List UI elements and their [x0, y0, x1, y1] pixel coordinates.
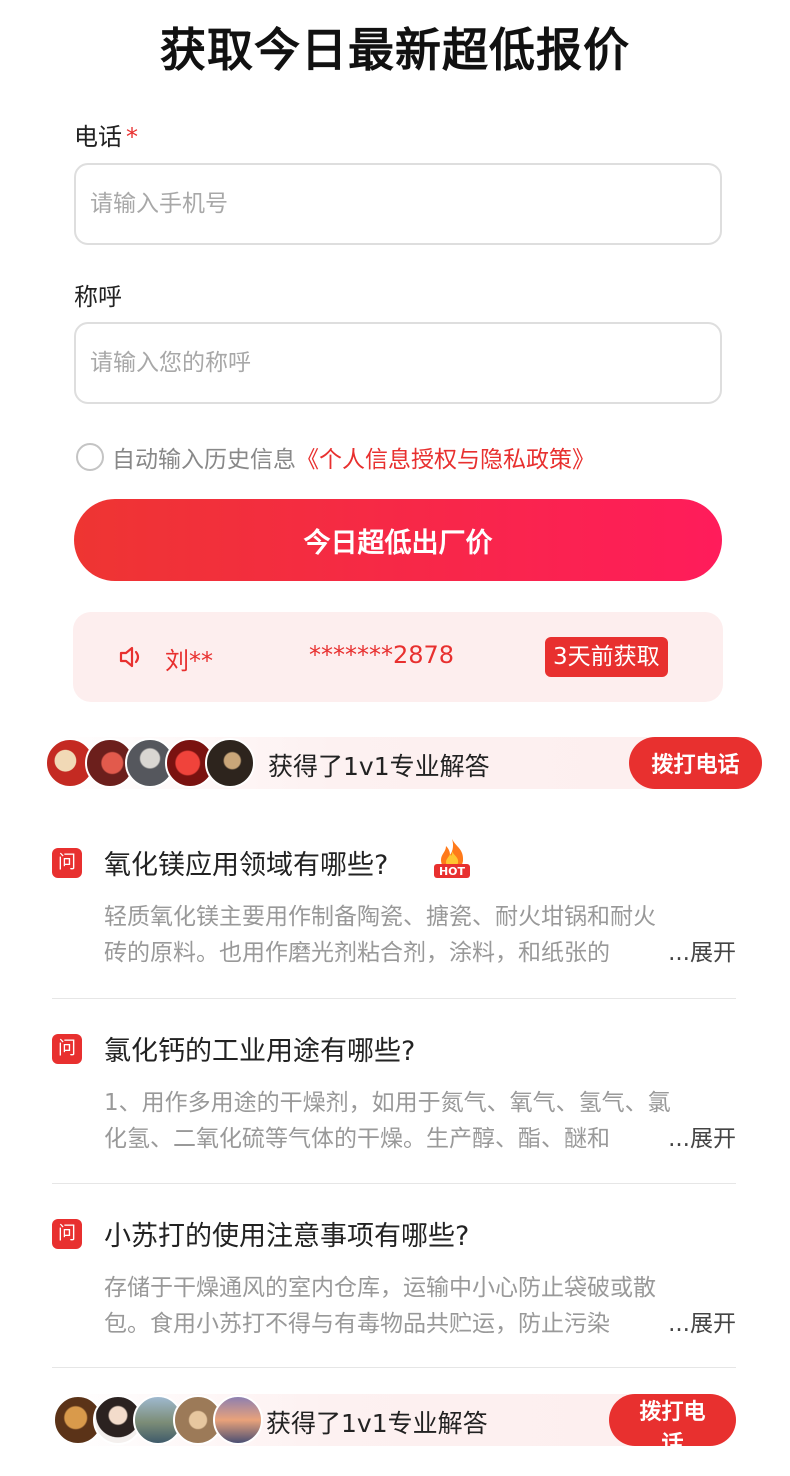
avatar [213, 1395, 263, 1445]
avatar-group [53, 1395, 263, 1445]
submit-button[interactable]: 今日超低出厂价 [74, 499, 722, 581]
phone-input[interactable] [74, 163, 722, 245]
question-badge-icon: 问 [52, 848, 82, 878]
question-badge-icon: 问 [52, 1219, 82, 1249]
call-button[interactable]: 拨打电话 [629, 737, 762, 789]
expert-strip: 获得了1v1专业解答 拨打电话 [45, 737, 762, 789]
qa-item[interactable]: 问 氯化钙的工业用途有哪些? 1、用作多用途的干燥剂，如用于氮气、氧气、氢气、氯… [52, 1029, 736, 1159]
avatar-group [45, 738, 255, 788]
agreement-row: 自动输入历史信息 《个人信息授权与隐私政策》 [76, 440, 595, 474]
answer-line: 砖的原料。也用作磨光剂粘合剂，涂料，和纸张的 [104, 940, 610, 966]
avatar [205, 738, 255, 788]
phone-label: 电话 * [74, 117, 138, 152]
divider [52, 1367, 736, 1368]
expert-strip-bottom: 获得了1v1专业解答 拨打电话 [53, 1394, 736, 1457]
question-title: 氧化镁应用领域有哪些? [104, 850, 389, 881]
question-title: 氯化钙的工业用途有哪些? [104, 1036, 416, 1067]
expert-strip-text: 获得了1v1专业解答 [266, 1409, 488, 1438]
answer-line: 存储于干燥通风的室内仓库，运输中小心防止袋破或散 [104, 1275, 656, 1301]
answer-preview: 1、用作多用途的干燥剂，如用于氮气、氧气、氢气、氯 化氢、二氧化硫等气体的干燥。… [104, 1085, 736, 1157]
agree-radio[interactable] [76, 443, 104, 471]
answer-line: 轻质氧化镁主要用作制备陶瓷、搪瓷、耐火坩锅和耐火 [104, 904, 656, 930]
speaker-icon [119, 646, 140, 668]
svg-text:HOT: HOT [439, 865, 466, 878]
answer-preview: 存储于干燥通风的室内仓库，运输中小心防止袋破或散 包。食用小苏打不得与有毒物品共… [104, 1270, 736, 1342]
answer-line: 化氢、二氧化硫等气体的干燥。生产醇、酯、醚和 [104, 1126, 610, 1152]
call-button[interactable]: 拨打电话 [609, 1394, 736, 1457]
ticker-name: 刘** [165, 647, 213, 675]
ticker-time-badge: 3天前获取 [545, 637, 668, 677]
privacy-policy-link[interactable]: 《个人信息授权与隐私政策》 [296, 440, 595, 474]
qa-item[interactable]: 问 氧化镁应用领域有哪些? HOT 轻质氧化镁主要用作制备陶瓷、搪瓷、耐火坩锅和… [52, 839, 736, 973]
question-badge-icon: 问 [52, 1034, 82, 1064]
divider [52, 998, 736, 999]
question-title: 小苏打的使用注意事项有哪些? [104, 1221, 470, 1252]
answer-line: 1、用作多用途的干燥剂，如用于氮气、氧气、氢气、氯 [104, 1090, 671, 1116]
name-label: 称呼 [74, 283, 122, 311]
recent-request-ticker: 刘** *******2878 3天前获取 [73, 612, 723, 702]
name-input[interactable] [74, 322, 722, 404]
required-mark: * [126, 123, 138, 151]
agree-text: 自动输入历史信息 [112, 447, 296, 473]
hot-fire-icon: HOT [434, 839, 470, 878]
phone-label-text: 电话 [74, 123, 122, 151]
qa-item[interactable]: 问 小苏打的使用注意事项有哪些? 存储于干燥通风的室内仓库，运输中小心防止袋破或… [52, 1214, 736, 1344]
answer-line: 包。食用小苏打不得与有毒物品共贮运，防止污染 [104, 1311, 610, 1337]
expand-link[interactable]: ...展开 [662, 1306, 736, 1342]
expert-strip-text: 获得了1v1专业解答 [268, 752, 490, 781]
ticker-phone: *******2878 [309, 641, 455, 669]
expand-link[interactable]: ...展开 [662, 1121, 736, 1157]
divider [52, 1183, 736, 1184]
answer-preview: 轻质氧化镁主要用作制备陶瓷、搪瓷、耐火坩锅和耐火 砖的原料。也用作磨光剂粘合剂，… [104, 899, 736, 971]
page-title: 获取今日最新超低报价 [160, 23, 630, 77]
expand-link[interactable]: ...展开 [662, 935, 736, 971]
